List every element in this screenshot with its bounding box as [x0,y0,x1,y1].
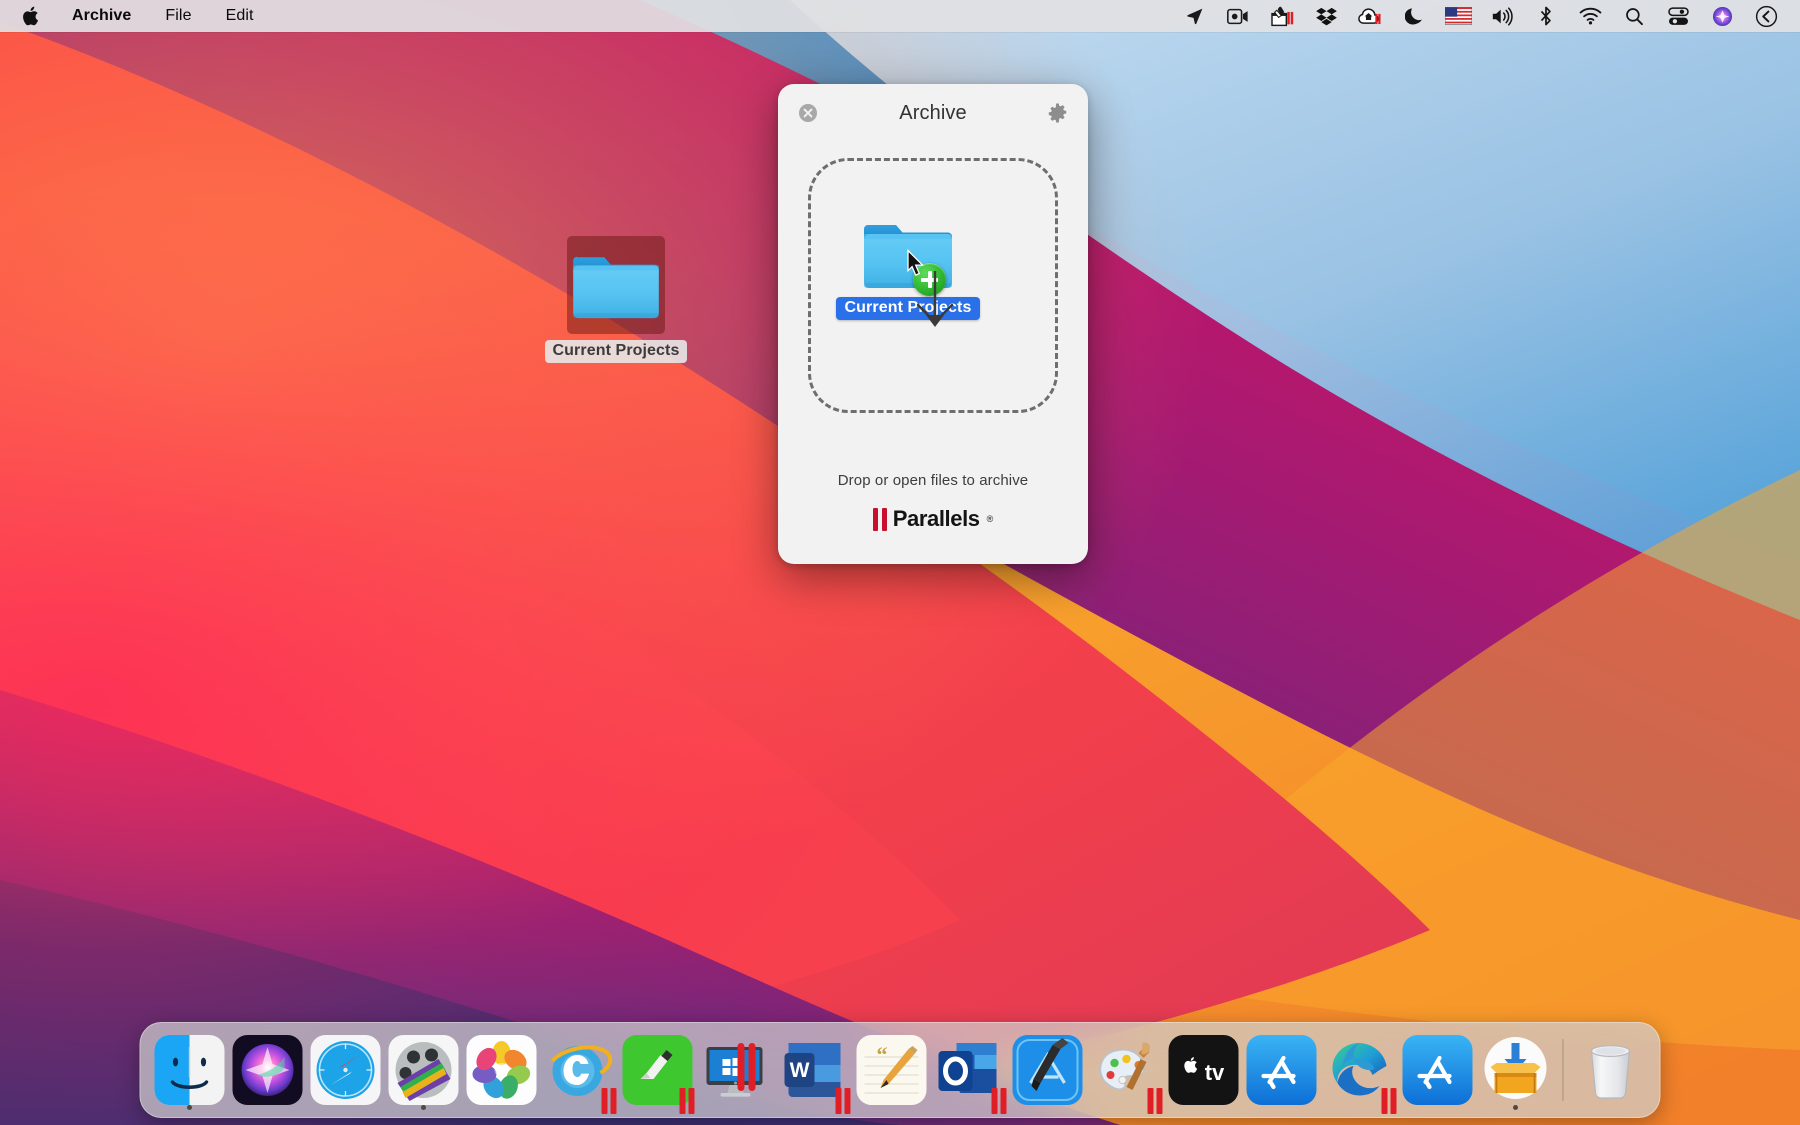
dock-item-app-store-2[interactable] [1399,1022,1477,1118]
menu-bar: Archive File Edit [0,0,1800,32]
finder-icon [155,1035,225,1105]
dock-item-paint[interactable] [1087,1022,1165,1118]
svg-text:“: “ [877,1042,888,1067]
archive-panel-title: Archive [899,102,966,125]
parallels-logo-text: Parallels [893,506,980,532]
dock-item-siri[interactable] [229,1022,307,1118]
parallels-home-icon[interactable] [1348,0,1392,32]
down-arrow-icon [912,271,958,331]
dock: W “ [140,1022,1661,1118]
dock-item-parallels-desktop[interactable] [697,1022,775,1118]
trash-icon [1576,1035,1646,1105]
volume-icon[interactable] [1480,0,1524,32]
control-center-icon[interactable] [1656,0,1700,32]
parallels-badge [680,1088,695,1114]
desktop-screen: Archive File Edit [0,0,1800,1125]
dock-item-archive[interactable] [1477,1022,1555,1118]
parallels-logo-bars [873,508,887,531]
dragged-folder-graphic [864,219,952,293]
spotlight-search-icon[interactable] [1612,0,1656,32]
parallels-badge [836,1088,851,1114]
apple-logo-icon[interactable] [18,0,55,32]
folder-selection-highlight [567,236,665,334]
running-indicator-dot [1513,1105,1518,1110]
dock-divider [1563,1039,1564,1101]
archive-panel-header: Archive [778,84,1088,142]
gear-icon[interactable] [1047,103,1068,124]
desktop-folder-current-projects[interactable]: Current Projects [553,236,679,363]
dock-item-apple-tv[interactable]: tv [1165,1022,1243,1118]
dropbox-icon[interactable] [1304,0,1348,32]
parallels-logo: Parallels ® [778,506,1088,532]
bluetooth-icon[interactable] [1524,0,1568,32]
running-indicator-dot [187,1105,192,1110]
dock-item-outlook[interactable] [931,1022,1009,1118]
parallels-badge [1148,1088,1163,1114]
svg-text:tv: tv [1205,1060,1225,1085]
desktop-folder-label: Current Projects [545,340,688,363]
close-x-circle-icon[interactable] [798,103,818,123]
blue-folder-icon [573,249,659,321]
arrow-cursor-icon [906,249,926,279]
dock-item-app-store[interactable] [1243,1022,1321,1118]
parallels-tools-icon[interactable] [1260,0,1304,32]
running-indicator-dot [421,1105,426,1110]
siri-icon [233,1035,303,1105]
dock-item-internet-explorer[interactable] [541,1022,619,1118]
menu-item-file[interactable]: File [148,0,208,32]
dragged-folder-label: Current Projects [836,297,981,320]
parallels-badge [1382,1088,1397,1114]
apple-tv-icon: tv [1169,1035,1239,1105]
imovie-icon [389,1035,459,1105]
dock-item-word[interactable]: W [775,1022,853,1118]
xcode-icon [1013,1035,1083,1105]
coherence-chevron-icon[interactable] [1744,0,1788,32]
menu-bar-status-icons [1172,0,1800,32]
safari-icon [311,1035,381,1105]
archive-box-icon [1481,1035,1551,1105]
siri-icon[interactable] [1700,0,1744,32]
parallels-badge [602,1088,617,1114]
dock-item-edge[interactable] [1321,1022,1399,1118]
photos-icon [467,1035,537,1105]
dragged-folder-item[interactable]: Current Projects [838,219,978,320]
location-arrow-icon[interactable] [1172,0,1216,32]
registered-mark: ® [987,514,994,524]
dock-item-notes[interactable]: “ [853,1022,931,1118]
wifi-icon[interactable] [1568,0,1612,32]
dock-item-trash[interactable] [1572,1022,1650,1118]
dock-item-safari[interactable] [307,1022,385,1118]
notes-icon: “ [857,1035,927,1105]
app-store-icon [1247,1035,1317,1105]
menu-bar-left: Archive File Edit [0,0,271,32]
dock-item-onenote[interactable] [619,1022,697,1118]
parallels-badge [992,1088,1007,1114]
dock-item-photos[interactable] [463,1022,541,1118]
menu-item-edit[interactable]: Edit [209,0,271,32]
dock-item-xcode[interactable] [1009,1022,1087,1118]
app-store-icon [1403,1035,1473,1105]
dock-item-imovie[interactable] [385,1022,463,1118]
svg-text:W: W [790,1059,810,1082]
screen-recording-icon[interactable] [1216,0,1260,32]
do-not-disturb-moon-icon[interactable] [1392,0,1436,32]
windows-pc-icon [701,1035,771,1105]
us-flag-input-icon[interactable] [1436,0,1480,32]
dock-item-finder[interactable] [151,1022,229,1118]
menu-item-archive[interactable]: Archive [55,0,148,32]
archive-panel-hint: Drop or open files to archive [778,472,1088,489]
